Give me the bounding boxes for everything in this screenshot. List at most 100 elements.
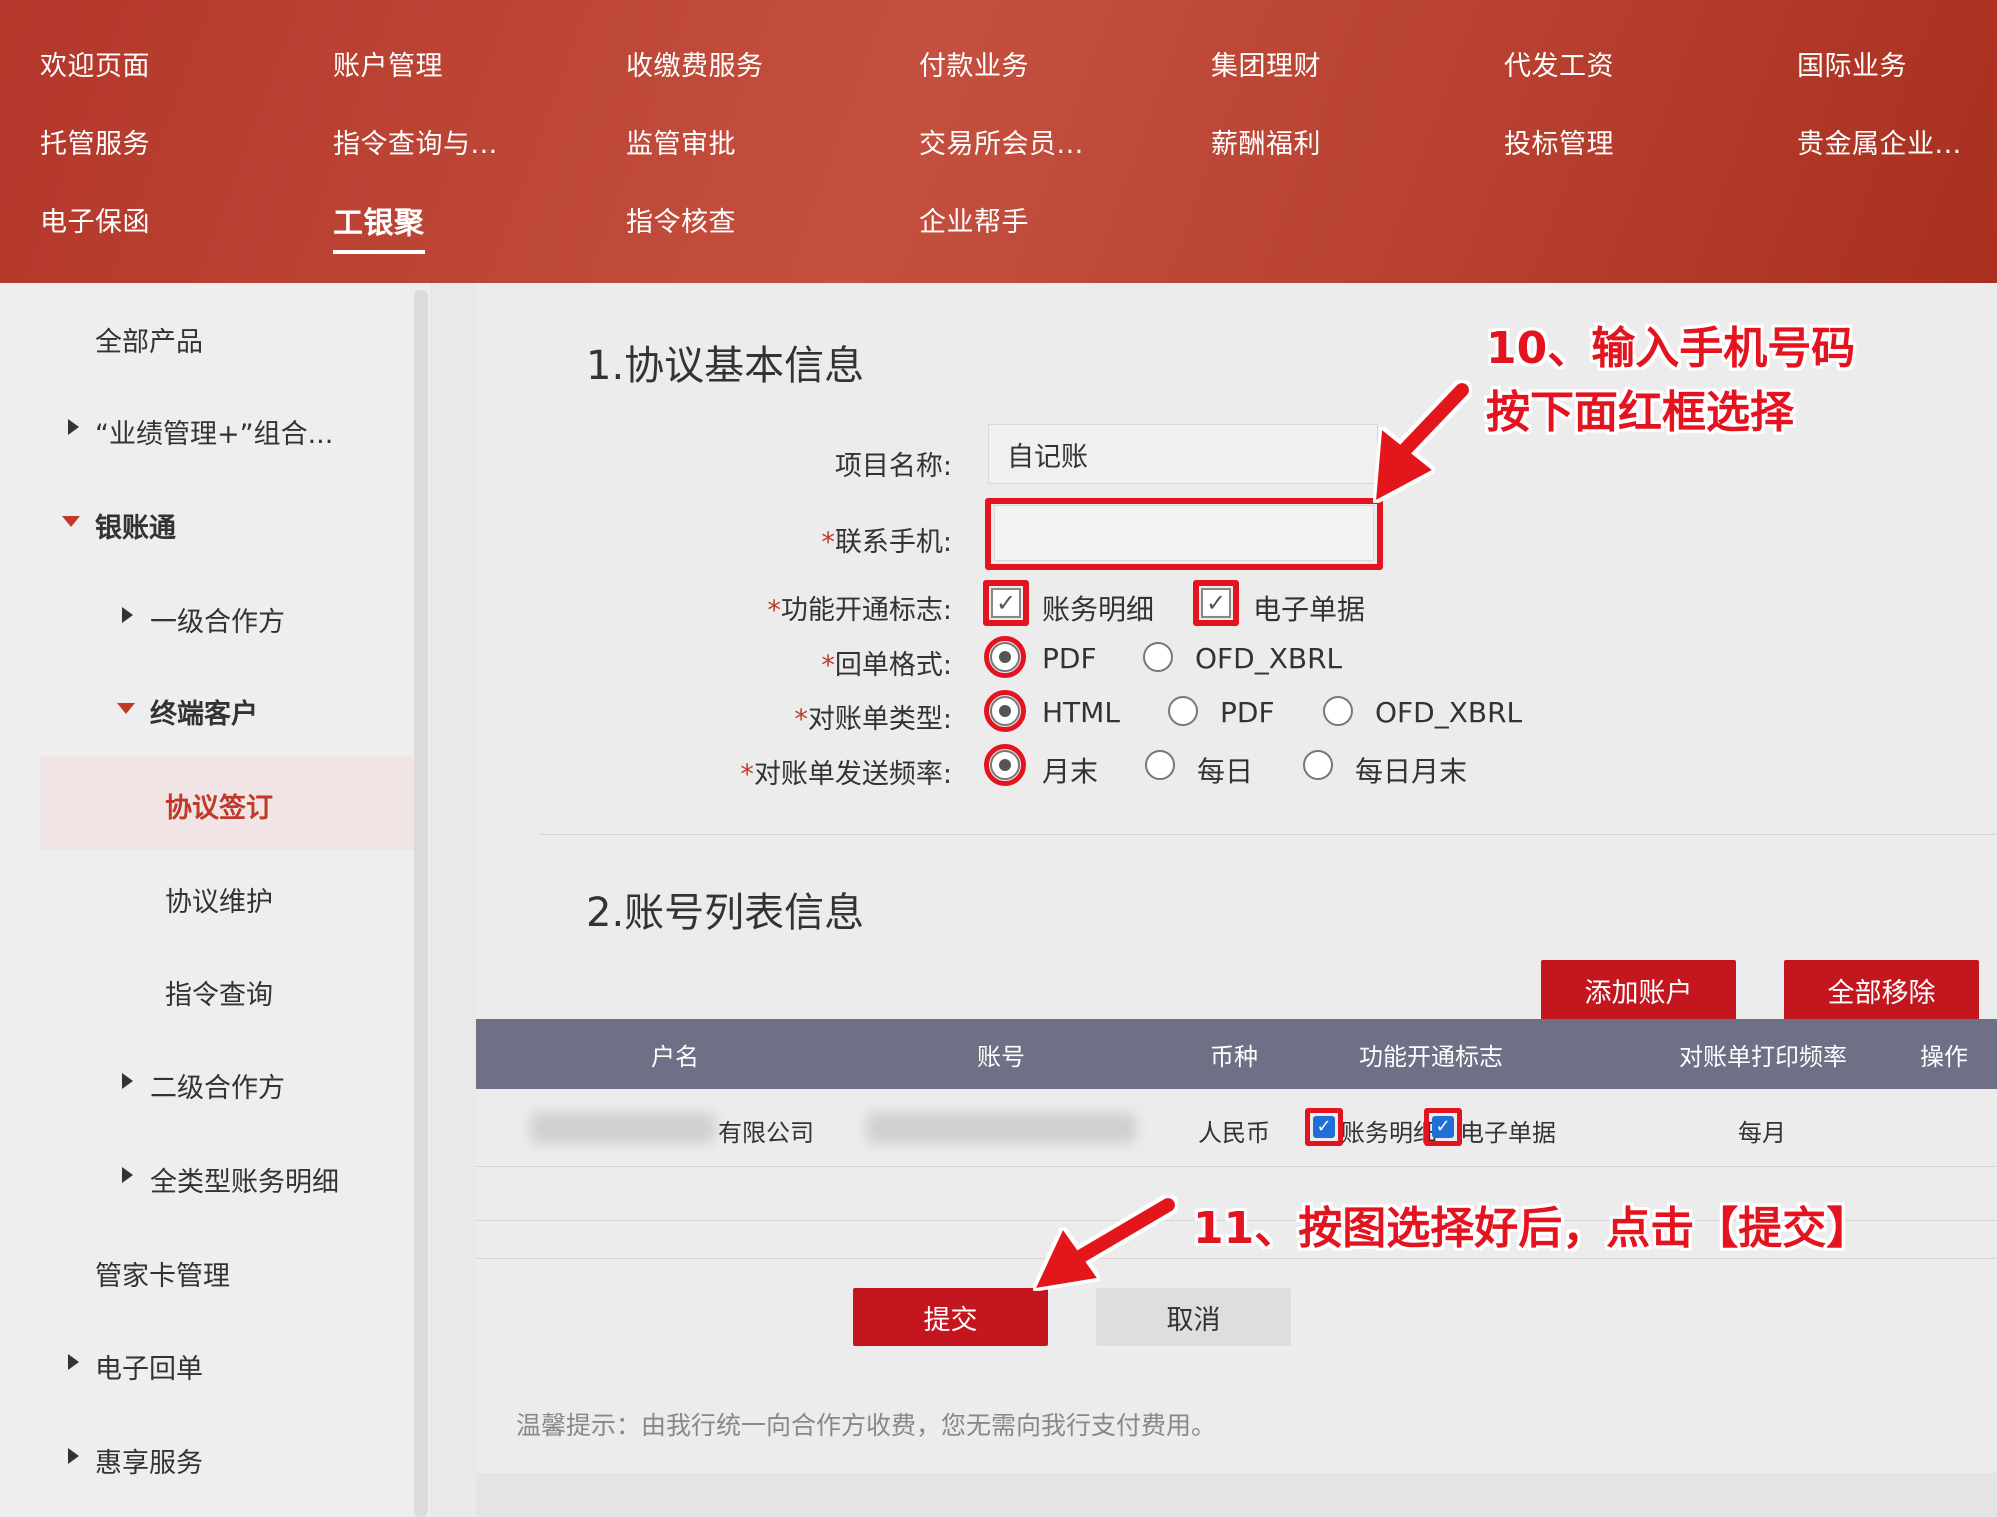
row-account-detail-label: 账务明细 — [1341, 1119, 1437, 1147]
nav-benefits[interactable]: 薪酬福利 — [1211, 122, 1321, 161]
freq-daily-month-end-label: 每日月末 — [1355, 755, 1468, 788]
annotation-row-checkbox-frame — [1424, 1108, 1462, 1146]
freq-daily-month-end-radio[interactable] — [1303, 750, 1333, 780]
statement-type-label: *对账单类型: — [652, 697, 952, 736]
sidebar-item-agreement-maintain[interactable]: 协议维护 — [165, 880, 273, 919]
nav-instruction-query[interactable]: 指令查询与... — [333, 122, 498, 161]
nav-payment-collection[interactable]: 收缴费服务 — [626, 44, 764, 83]
section-basic-info-title: 1.协议基本信息 — [586, 343, 865, 389]
send-frequency-label: *对账单发送频率: — [652, 752, 952, 791]
annotation-checkbox-frame — [1193, 580, 1239, 626]
redacted-account-number — [866, 1113, 1136, 1143]
nav-enterprise-helper[interactable]: 企业帮手 — [919, 200, 1029, 239]
statement-html-label: HTML — [1042, 696, 1120, 729]
expand-right-icon[interactable] — [122, 1073, 133, 1089]
remove-all-button[interactable]: 全部移除 — [1784, 960, 1979, 1020]
expand-right-icon[interactable] — [68, 1354, 79, 1370]
func-account-detail-label: 账务明细 — [1042, 593, 1155, 626]
row-print-frequency: 每月 — [1738, 1119, 1786, 1147]
annotation-radio-ring — [984, 690, 1026, 732]
collapse-down-icon[interactable] — [117, 703, 135, 714]
annotation-checkbox-frame — [983, 580, 1029, 626]
nav-exchange-member[interactable]: 交易所会员... — [919, 122, 1084, 161]
freq-daily-radio[interactable] — [1145, 750, 1175, 780]
expand-right-icon[interactable] — [122, 607, 133, 623]
expand-right-icon[interactable] — [122, 1167, 133, 1183]
phone-label-text: 联系手机: — [834, 527, 952, 558]
collapse-down-icon[interactable] — [62, 516, 80, 527]
required-mark: * — [794, 704, 808, 735]
sidebar-item-agreement-sign[interactable]: 协议签订 — [165, 786, 273, 825]
expand-right-icon[interactable] — [68, 419, 79, 435]
nav-supervision[interactable]: 监管审批 — [626, 122, 736, 161]
row-divider — [476, 1166, 1997, 1167]
freq-daily-label: 每日 — [1197, 755, 1254, 788]
nav-precious-metals[interactable]: 贵金属企业... — [1797, 122, 1962, 161]
sidebar-item-butler-card[interactable]: 管家卡管理 — [95, 1254, 230, 1293]
nav-custody[interactable]: 托管服务 — [40, 122, 150, 161]
add-account-button[interactable]: 添加账户 — [1541, 960, 1736, 1020]
statement-type-label-text: 对账单类型: — [807, 704, 952, 735]
nav-bidding[interactable]: 投标管理 — [1504, 122, 1614, 161]
annotation-step10-line2: 按下面红框选择 — [1486, 387, 1794, 438]
cancel-button[interactable]: 取消 — [1096, 1288, 1291, 1346]
phone-label: *联系手机: — [652, 520, 952, 559]
statement-ofd-label: OFD_XBRL — [1375, 696, 1523, 729]
nav-instruction-check[interactable]: 指令核查 — [626, 200, 736, 239]
sidebar-item-e-receipt[interactable]: 电子回单 — [95, 1347, 203, 1386]
col-account-number: 账号 — [977, 1043, 1025, 1071]
sidebar-item-instruction-query[interactable]: 指令查询 — [165, 973, 273, 1012]
annotation-phone-frame — [985, 498, 1383, 570]
statement-ofd-radio[interactable] — [1323, 696, 1353, 726]
expand-right-icon[interactable] — [68, 1448, 79, 1464]
freq-month-end-label: 月末 — [1042, 755, 1099, 788]
nav-payment-business[interactable]: 付款业务 — [919, 44, 1029, 83]
sidebar-item-yinzhangtong[interactable]: 银账通 — [95, 506, 176, 545]
sidebar-item-benefit-service[interactable]: 惠享服务 — [95, 1441, 203, 1480]
nav-icbc-ju[interactable]: 工银聚 — [333, 198, 425, 254]
nav-group-finance[interactable]: 集团理财 — [1211, 44, 1321, 83]
receipt-format-label: *回单格式: — [652, 643, 952, 682]
col-currency: 币种 — [1210, 1043, 1258, 1071]
project-name-field: 自记账 — [988, 424, 1378, 484]
receipt-format-label-text: 回单格式: — [834, 650, 952, 681]
tip-text: 温馨提示：由我行统一向合作方收费，您无需向我行支付费用。 — [516, 1411, 1217, 1440]
nav-e-guarantee[interactable]: 电子保函 — [40, 200, 150, 239]
col-print-frequency: 对账单打印频率 — [1679, 1043, 1847, 1071]
sidebar-item-second-partner[interactable]: 二级合作方 — [150, 1066, 285, 1105]
annotation-row-checkbox-frame — [1305, 1108, 1343, 1146]
row-currency: 人民币 — [1198, 1119, 1270, 1147]
sidebar-item-all-type-details[interactable]: 全类型账务明细 — [150, 1160, 339, 1199]
top-navigation: 欢迎页面 账户管理 收缴费服务 付款业务 集团理财 代发工资 国际业务 托管服务… — [0, 0, 1997, 283]
submit-button[interactable]: 提交 — [853, 1288, 1048, 1346]
required-mark: * — [740, 759, 754, 790]
col-func-flag: 功能开通标志 — [1359, 1043, 1503, 1071]
sidebar-item-performance-combo[interactable]: “业绩管理+”组合... — [95, 412, 333, 451]
nav-international[interactable]: 国际业务 — [1797, 44, 1907, 83]
nav-payroll[interactable]: 代发工资 — [1504, 44, 1614, 83]
project-name-label: 项目名称: — [834, 451, 952, 482]
row-e-document-label: 电子单据 — [1460, 1119, 1556, 1147]
annotation-radio-ring — [984, 636, 1026, 678]
statement-pdf-radio[interactable] — [1168, 696, 1198, 726]
col-account-name: 户名 — [651, 1043, 699, 1071]
required-mark: * — [767, 595, 781, 626]
redacted-name — [530, 1113, 715, 1143]
receipt-ofd-radio[interactable] — [1143, 642, 1173, 672]
row-account-name: 有限公司 — [718, 1119, 814, 1147]
section-account-list-title: 2.账号列表信息 — [586, 890, 865, 936]
nav-account-management[interactable]: 账户管理 — [333, 44, 443, 83]
sidebar-item-first-partner[interactable]: 一级合作方 — [150, 600, 285, 639]
sidebar-item-all-products[interactable]: 全部产品 — [95, 320, 203, 359]
nav-welcome[interactable]: 欢迎页面 — [40, 44, 150, 83]
sidebar-item-end-customer[interactable]: 终端客户 — [150, 692, 258, 731]
section-divider — [540, 834, 1997, 835]
func-flag-label: *功能开通标志: — [652, 588, 952, 627]
receipt-pdf-label: PDF — [1042, 642, 1097, 675]
annotation-radio-ring — [984, 744, 1026, 786]
row-divider — [476, 1258, 1997, 1259]
annotation-step11: 11、按图选择好后，点击【提交】 — [1193, 1203, 1871, 1254]
sidebar-scrollbar[interactable] — [414, 290, 428, 1517]
col-operation: 操作 — [1920, 1043, 1968, 1071]
func-flag-label-text: 功能开通标志: — [780, 595, 952, 626]
